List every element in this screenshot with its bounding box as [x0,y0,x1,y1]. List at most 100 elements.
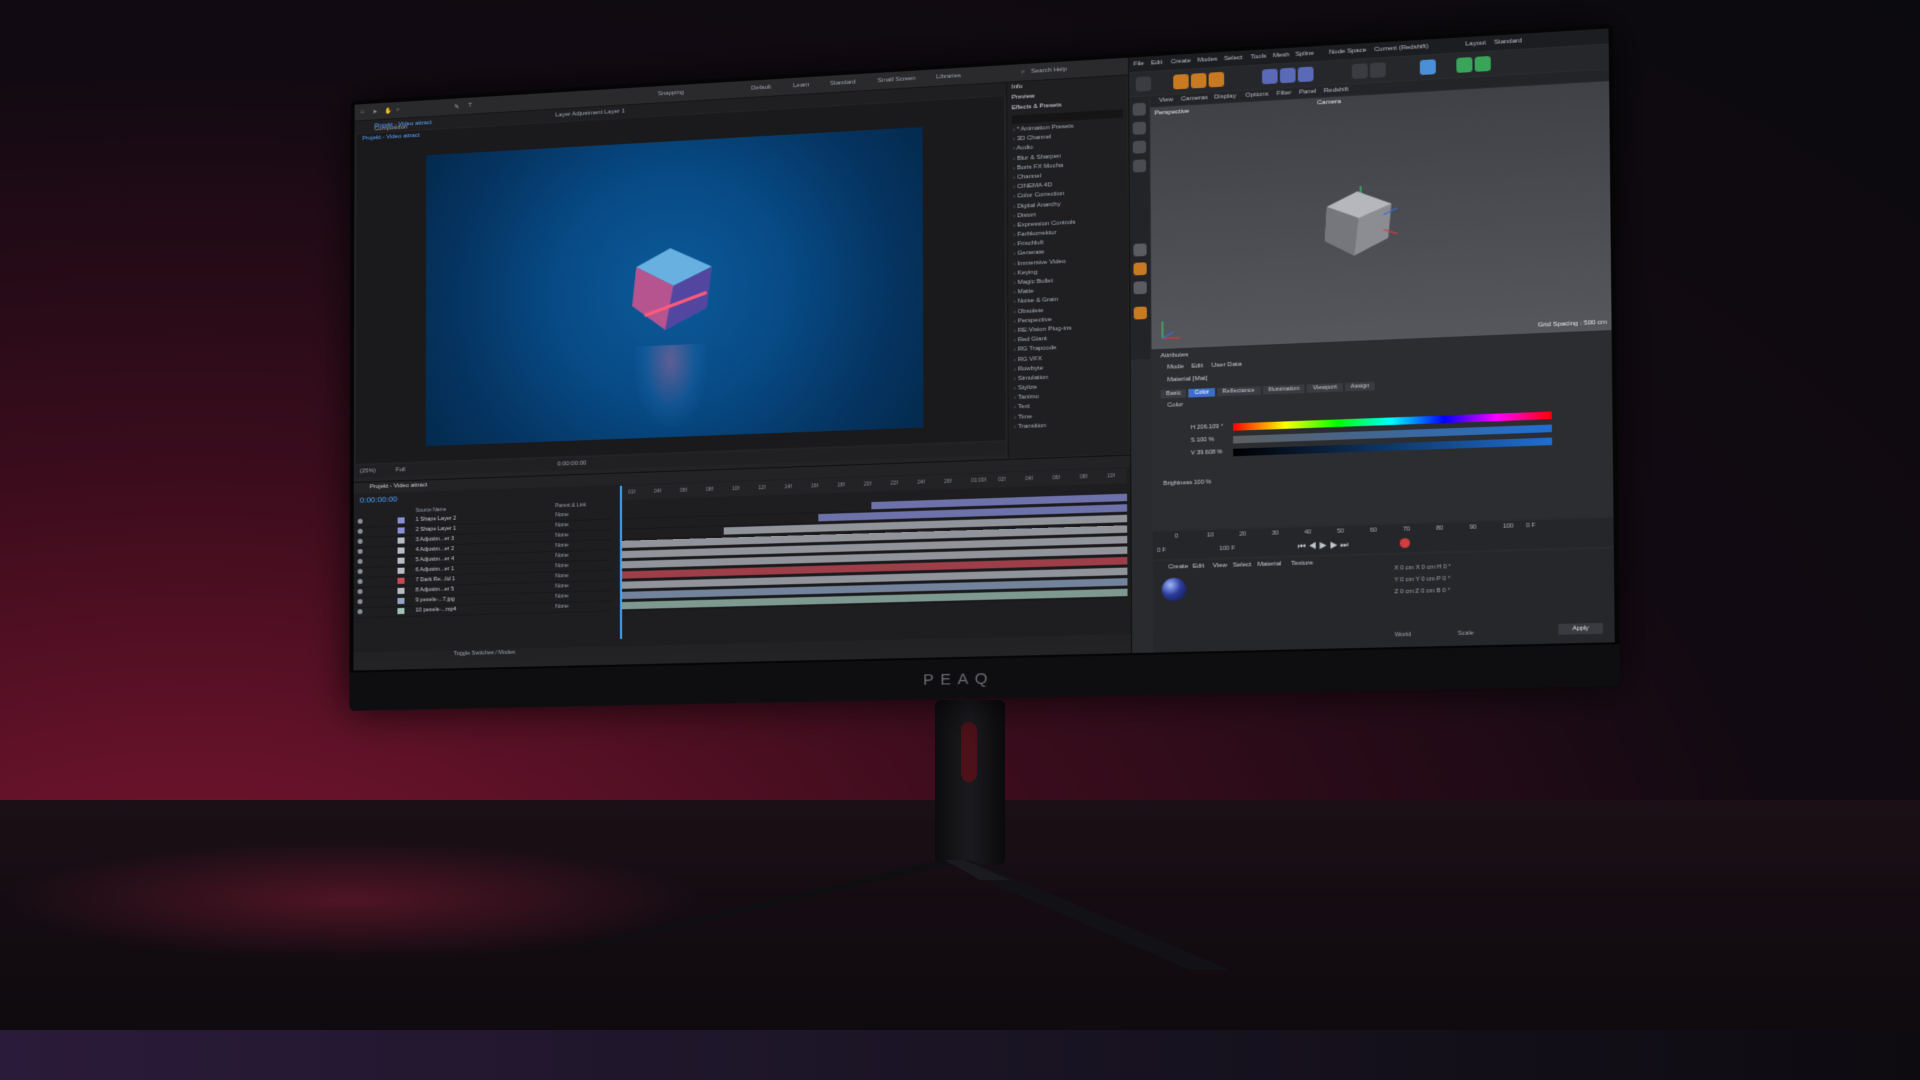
generator-icon[interactable] [1456,57,1472,73]
visibility-eye-icon[interactable] [358,609,363,614]
workspace-learn[interactable]: Learn [793,82,809,89]
mat-menu-edit[interactable]: Edit [1193,563,1205,570]
parent-select[interactable]: None [555,573,568,579]
parent-select[interactable]: None [555,553,568,560]
layer-name[interactable]: 9 pexels-...7.jpg [416,596,455,603]
layer-name[interactable]: 10 pexels-...mp4 [415,607,456,614]
move-tool-icon[interactable] [1173,74,1189,90]
search-help-field[interactable]: Search Help [1031,67,1067,75]
playback-controls[interactable]: ⏮ ◀ ▶ ▶ ⏭ [1298,540,1349,552]
zoom-level[interactable]: (25%) [360,468,376,475]
attr-tab-assign[interactable]: Assign [1345,382,1375,392]
tab-layer[interactable]: Layer Adjustment Layer 1 [555,108,625,118]
selection-tool-icon[interactable]: ➤ [372,108,377,115]
parent-select[interactable]: None [555,512,568,519]
composition-viewer[interactable] [426,127,924,446]
parent-select[interactable]: None [555,522,568,529]
y-axis-lock-icon[interactable] [1280,68,1296,84]
layer-name[interactable]: 5 Adjustm...er 4 [416,556,454,563]
workspace-default[interactable]: Default [751,84,771,91]
zoom-tool-icon[interactable]: ⌕ [396,107,399,114]
z-axis-lock-icon[interactable] [1298,66,1314,82]
layer-name[interactable]: 6 Adjustm...er 1 [416,566,454,573]
parent-select[interactable]: None [555,593,568,599]
layer-name[interactable]: 8 Adjustm...er 5 [416,586,454,593]
visibility-eye-icon[interactable] [358,569,363,574]
layer-label-color[interactable] [398,568,405,574]
visibility-eye-icon[interactable] [358,519,363,524]
coord-mode-select[interactable]: World [1395,632,1411,639]
layer-label-color[interactable] [398,537,405,543]
workspace-small-screen[interactable]: Small Screen [878,76,916,84]
toggle-switches-modes[interactable]: Toggle Switches / Modes [454,650,516,658]
parent-select[interactable]: None [555,604,568,610]
attr-menu-user-data[interactable]: User Data [1211,362,1241,370]
mat-menu-material[interactable]: Material [1257,561,1281,568]
vp-menu-cameras[interactable]: Cameras [1181,95,1208,103]
sculpt-icon[interactable] [1133,262,1146,275]
tab-composition[interactable]: Composition Projekt - Video attract [374,120,431,129]
end-frame-field[interactable]: 100 F [1219,545,1235,552]
resolution-select[interactable]: Full [396,467,406,473]
render-view-icon[interactable] [1352,63,1368,79]
vp-menu-filter[interactable]: Filter [1277,90,1292,97]
model-mode-icon[interactable] [1133,103,1146,116]
menu-file[interactable]: File [1133,61,1144,68]
mat-menu-select[interactable]: Select [1233,562,1252,569]
snapping-toggle[interactable]: Snapping [658,90,684,98]
menu-mesh[interactable]: Mesh [1273,52,1289,59]
home-icon[interactable]: ⌂ [361,109,365,115]
viewer-timecode[interactable]: 0:00:00:00 [557,460,586,467]
workspace-standard[interactable]: Standard [830,79,856,87]
render-icon[interactable] [1370,62,1386,78]
layer-label-color[interactable] [398,547,405,553]
vp-menu-options[interactable]: Options [1245,91,1268,99]
layer-label-color[interactable] [398,527,405,533]
timeline-tab[interactable]: Projekt - Video attract [370,482,428,490]
parent-select[interactable]: None [555,542,568,549]
layer-label-color[interactable] [397,598,404,604]
layer-name[interactable]: 1 Shape Layer 2 [416,516,457,523]
x-axis-lock-icon[interactable] [1262,69,1278,85]
menu-spline[interactable]: Spline [1295,51,1314,58]
attr-tab-viewport[interactable]: Viewport [1307,383,1342,393]
menu-tools[interactable]: Tools [1251,53,1267,60]
layer-label-color[interactable] [397,608,404,614]
visibility-eye-icon[interactable] [358,599,363,604]
default-cube-object[interactable] [1318,184,1398,262]
attr-tab-illumination[interactable]: Illumination [1263,384,1306,394]
layer-label-color[interactable] [398,558,405,564]
mat-menu-texture[interactable]: Texture [1291,560,1313,567]
rotate-tool-icon[interactable] [1209,72,1225,88]
deformer-icon[interactable] [1475,56,1491,72]
layer-name[interactable]: 7 Dark Re...lid 1 [416,576,456,583]
scale-tool-icon[interactable] [1191,73,1207,89]
3d-viewport[interactable]: Perspective Camera Grid Spacing : 500 cm [1150,81,1611,349]
edges-mode-icon[interactable] [1133,140,1146,153]
attr-menu-edit[interactable]: Edit [1191,363,1203,370]
layout-select[interactable]: Standard [1494,38,1522,46]
visibility-eye-icon[interactable] [358,589,363,594]
mat-menu-create[interactable]: Create [1168,564,1188,571]
layer-label-color[interactable] [397,578,404,584]
visibility-eye-icon[interactable] [358,549,363,554]
comp-breadcrumb[interactable]: Projekt - Video attract [362,133,419,142]
text-tool-icon[interactable]: T [468,103,472,109]
menu-create[interactable]: Create [1171,58,1191,65]
brightness-row[interactable]: Brightness 100 % [1163,479,1211,487]
paint-icon[interactable] [1134,306,1147,319]
layer-label-color[interactable] [397,588,404,594]
attr-tab-reflectance[interactable]: Reflectance [1217,386,1261,396]
timeline-timecode[interactable]: 0:00:00:00 [360,494,398,504]
menu-modes[interactable]: Modes [1197,56,1217,64]
menu-edit[interactable]: Edit [1151,60,1162,67]
hand-tool-icon[interactable]: ✋ [384,107,391,114]
vp-menu-display[interactable]: Display [1214,93,1236,101]
visibility-eye-icon[interactable] [358,539,363,544]
layer-label-color[interactable] [398,517,405,523]
node-space-select[interactable]: Current (Redshift) [1374,44,1428,54]
mat-menu-view[interactable]: View [1213,563,1227,570]
layer-name[interactable]: 2 Shape Layer 1 [416,526,457,533]
vp-menu-redshift[interactable]: Redshift [1324,87,1349,95]
parent-select[interactable]: None [555,532,568,539]
